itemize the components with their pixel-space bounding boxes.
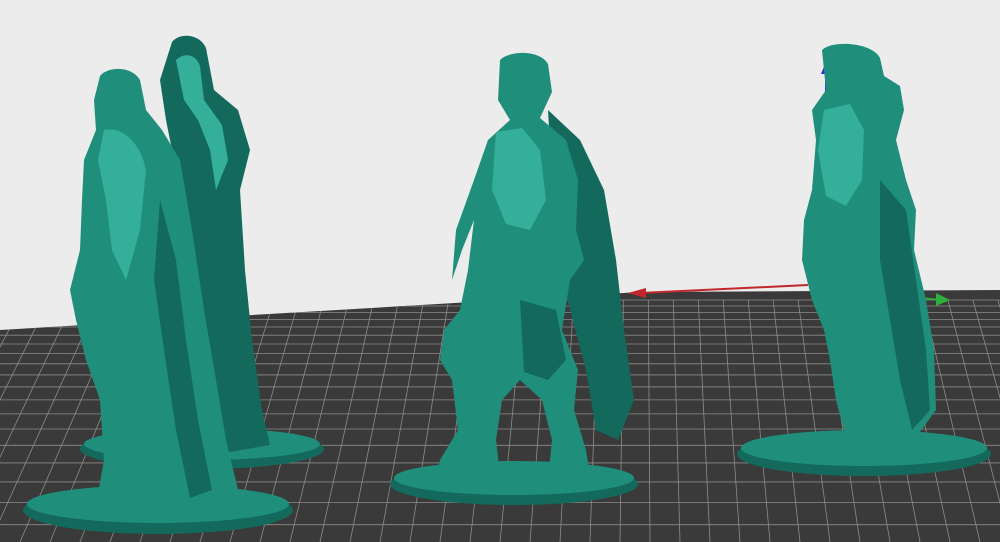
3d-viewport[interactable]	[0, 0, 1000, 542]
model-base-top	[394, 461, 634, 495]
scene-canvas[interactable]	[0, 0, 1000, 542]
